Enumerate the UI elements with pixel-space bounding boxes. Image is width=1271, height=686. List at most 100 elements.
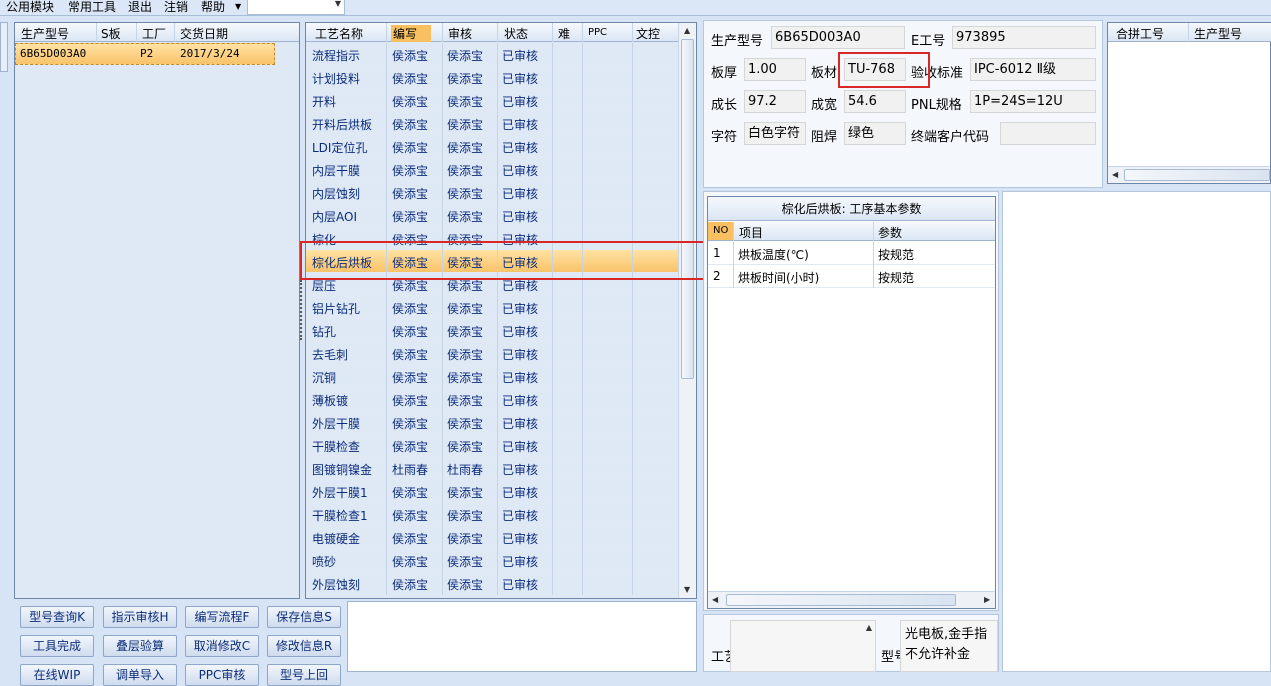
length-field[interactable]: 97.2 [744,90,806,113]
table-row[interactable]: 薄板镀 侯添宝 侯添宝 已审核 [306,388,678,411]
scroll-thumb[interactable] [681,39,694,379]
divider [582,89,583,112]
divider [442,181,443,204]
menu-public-module[interactable]: 公用模块 [6,0,54,15]
process-note-field[interactable]: ▲ [730,620,876,672]
customer-code-field[interactable] [1000,122,1096,145]
menu-help[interactable]: 帮助 [201,0,225,15]
params-hscrollbar[interactable]: ◀ ▶ [708,591,995,608]
col-author[interactable]: 编写 [391,25,432,42]
cell-author: 侯添宝 [392,141,429,155]
scroll-up-icon[interactable]: ▲ [684,26,690,35]
width-field[interactable]: 54.6 [844,90,906,113]
thickness-field[interactable]: 1.00 [744,58,806,81]
table-row[interactable]: 内层AOI 侯添宝 侯添宝 已审核 [306,204,678,227]
online-wip-button[interactable]: 在线WIP [20,664,94,686]
col-status[interactable]: 状态 [504,25,528,42]
table-row[interactable]: 开料后烘板 侯添宝 侯添宝 已审核 [306,112,678,135]
menu-logout[interactable]: 注销 [164,0,188,15]
col-doc-control[interactable]: 文控 [636,25,660,42]
help-dropdown-icon[interactable]: ▼ [235,2,241,11]
model-grid-header: 生产型号 S板 工厂 交货日期 [15,23,299,42]
divider [582,319,583,342]
table-row[interactable]: 铝片钻孔 侯添宝 侯添宝 已审核 [306,296,678,319]
menu-common-tools[interactable]: 常用工具 [68,0,116,15]
modify-info-button[interactable]: 修改信息R [267,635,341,657]
divider [1188,23,1189,42]
model-query-button[interactable]: 型号查询K [20,606,94,628]
divider [497,388,498,411]
table-row[interactable]: 图镀铜镍金 杜雨春 杜雨春 已审核 [306,457,678,480]
scroll-up-icon[interactable]: ▲ [866,623,872,632]
save-info-button[interactable]: 保存信息S [267,606,341,628]
col-param[interactable]: 参数 [878,224,902,241]
table-row[interactable]: 外层干膜 侯添宝 侯添宝 已审核 [306,411,678,434]
table-row[interactable]: 干膜检查 侯添宝 侯添宝 已审核 [306,434,678,457]
model-note-field[interactable]: 光电板,金手指不允许补金 [900,620,998,672]
menu-exit[interactable]: 退出 [128,0,152,15]
col-merge-model[interactable]: 生产型号 [1194,25,1242,42]
col-reviewer[interactable]: 审核 [448,25,472,42]
col-factory[interactable]: 工厂 [142,25,166,42]
col-model[interactable]: 生产型号 [21,25,69,42]
scroll-down-icon[interactable]: ▼ [684,585,690,594]
col-no[interactable]: NO [708,222,733,240]
tool-complete-button[interactable]: 工具完成 [20,635,94,657]
scroll-left-icon[interactable]: ◀ [1112,170,1118,179]
table-row[interactable]: 内层蚀刻 侯添宝 侯添宝 已审核 [306,181,678,204]
model-return-button[interactable]: 型号上回 [267,664,341,686]
col-s-board[interactable]: S板 [101,25,121,42]
cell-author: 侯添宝 [392,417,429,431]
table-row[interactable]: 干膜检查1 侯添宝 侯添宝 已审核 [306,503,678,526]
process-name: 沉铜 [312,371,337,385]
menu-combo-box[interactable]: ▼ [247,0,345,15]
mask-field[interactable]: 绿色 [844,122,906,145]
import-order-button[interactable]: 调单导入 [103,664,177,686]
col-delivery-date[interactable]: 交货日期 [180,25,228,42]
col-process-name[interactable]: 工艺名称 [315,25,363,42]
table-row[interactable]: 6B65D003A0 P2 2017/3/24 [15,43,275,65]
col-item[interactable]: 项目 [739,224,763,241]
table-row[interactable]: 1 烘板温度(℃) 按规范 [708,242,995,265]
pnl-field[interactable]: 1P=24S=12U [970,90,1096,113]
cell-author: 侯添宝 [392,49,429,63]
divider [552,181,553,204]
table-row[interactable]: 外层蚀刻 侯添宝 侯添宝 已审核 [306,572,678,595]
table-row[interactable]: 喷砂 侯添宝 侯添宝 已审核 [306,549,678,572]
table-row[interactable]: LDI定位孔 侯添宝 侯添宝 已审核 [306,135,678,158]
process-scrollbar[interactable]: ▲ ▼ [678,23,696,598]
cell-reviewer: 侯添宝 [447,486,484,500]
process-name: 流程指示 [312,49,361,63]
scroll-right-icon[interactable]: ▶ [984,595,990,604]
write-flow-button[interactable]: 编写流程F [185,606,259,628]
scroll-thumb[interactable] [1124,169,1270,181]
table-row[interactable]: 开料 侯添宝 侯添宝 已审核 [306,89,678,112]
scroll-left-icon[interactable]: ◀ [712,595,718,604]
eno-field[interactable]: 973895 [952,26,1096,49]
stackup-check-button[interactable]: 叠层验算 [103,635,177,657]
scroll-thumb[interactable] [726,594,956,606]
table-row[interactable]: 内层干膜 侯添宝 侯添宝 已审核 [306,158,678,181]
table-row[interactable]: 去毛刺 侯添宝 侯添宝 已审核 [306,342,678,365]
table-row[interactable]: 沉铜 侯添宝 侯添宝 已审核 [306,365,678,388]
splitter-handle[interactable] [300,280,304,340]
review-instruction-button[interactable]: 指示审核H [103,606,177,628]
table-row[interactable]: 钻孔 侯添宝 侯添宝 已审核 [306,319,678,342]
divider [552,388,553,411]
ppc-review-button[interactable]: PPC审核 [185,664,259,686]
col-difficulty[interactable]: 难 [558,25,570,42]
table-row[interactable]: 2 烘板时间(小时) 按规范 [708,265,995,288]
table-row[interactable]: 计划投料 侯添宝 侯添宝 已审核 [306,66,678,89]
divider [442,457,443,480]
side-collapse-tab[interactable] [0,22,8,72]
character-field[interactable]: 白色字符 [744,122,806,145]
standard-field[interactable]: IPC-6012 Ⅱ级 [970,58,1096,81]
cancel-edit-button[interactable]: 取消修改C [185,635,259,657]
table-row[interactable]: 外层干膜1 侯添宝 侯添宝 已审核 [306,480,678,503]
table-row[interactable]: 流程指示 侯添宝 侯添宝 已审核 [306,43,678,66]
col-merge-no[interactable]: 合拼工号 [1116,25,1164,42]
table-row[interactable]: 电镀硬金 侯添宝 侯添宝 已审核 [306,526,678,549]
col-ppc[interactable]: PPC [588,27,607,38]
merge-hscrollbar[interactable]: ◀ [1108,166,1270,183]
model-field[interactable]: 6B65D003A0 [771,26,905,49]
